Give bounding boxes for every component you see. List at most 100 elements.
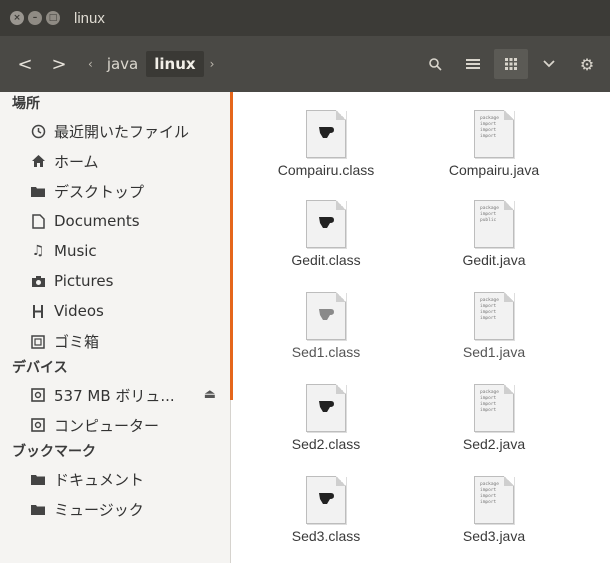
sidebar-item-label: ミュージック <box>54 500 144 519</box>
grid-view-icon <box>505 58 517 70</box>
sidebar-item-documents[interactable]: Documents <box>0 206 230 236</box>
sidebar-item-home[interactable]: ホーム <box>0 146 230 176</box>
sidebar-item-videos[interactable]: Videos <box>0 296 230 326</box>
document-icon <box>28 213 48 229</box>
search-icon <box>429 58 442 71</box>
maximize-window-button[interactable]: □ <box>46 11 60 25</box>
minimize-icon: – <box>32 13 38 23</box>
file-name: Sed2.class <box>291 436 361 452</box>
java-source-file-icon: package import import import <box>474 110 514 158</box>
close-window-button[interactable]: × <box>10 11 24 25</box>
forward-button[interactable]: > <box>42 49 76 79</box>
file-item[interactable]: package import import import Compairu.ja… <box>424 110 564 178</box>
breadcrumb-java[interactable]: java <box>99 51 146 77</box>
preview-line: import <box>480 500 497 505</box>
java-source-file-icon: package import import import <box>474 476 514 524</box>
toolbar-right-buttons: ⚙ <box>418 49 604 79</box>
sidebar-item-pictures[interactable]: Pictures <box>0 266 230 296</box>
eject-icon[interactable]: ⏏ <box>204 387 216 402</box>
list-view-button[interactable] <box>456 49 490 79</box>
sidebar-item-label: Documents <box>54 212 140 230</box>
search-button[interactable] <box>418 49 452 79</box>
file-name: Sed1.java <box>462 344 526 360</box>
file-name: Gedit.class <box>291 252 361 268</box>
file-preview: package import import import <box>480 116 508 140</box>
file-item[interactable]: package import import import Sed2.java <box>424 384 564 452</box>
java-source-file-icon: package import import import <box>474 292 514 340</box>
sidebar-item-desktop[interactable]: デスクトップ <box>0 176 230 206</box>
window-title: linux <box>74 9 105 27</box>
file-name: Sed1.class <box>291 344 361 360</box>
home-icon <box>28 154 48 168</box>
sidebar-item-trash[interactable]: ゴミ箱 <box>0 326 230 356</box>
sidebar-section-devices: デバイス <box>12 360 68 376</box>
file-name: Sed2.java <box>462 436 526 452</box>
back-button[interactable]: < <box>8 49 42 79</box>
chevron-down-icon <box>543 60 555 68</box>
file-item[interactable]: package import public Gedit.java <box>424 200 564 268</box>
file-item[interactable]: Sed3.class <box>256 476 396 544</box>
file-item[interactable]: package import import import Sed3.java <box>424 476 564 544</box>
settings-button[interactable]: ⚙ <box>570 49 604 79</box>
file-name: Sed3.java <box>462 528 526 544</box>
grid-view-button[interactable] <box>494 49 528 79</box>
sidebar-item-label: Videos <box>54 302 104 320</box>
folder-icon <box>28 473 48 486</box>
file-manager-window: × – □ linux < > ‹ java linux › ⚙ 場所 最近開い… <box>0 0 610 563</box>
file-item[interactable]: Compairu.class <box>256 110 396 178</box>
folder-icon <box>28 503 48 516</box>
java-source-file-icon: package import import import <box>474 384 514 432</box>
preview-line: import <box>480 316 497 321</box>
java-class-file-icon <box>306 384 346 432</box>
sidebar-section-places: 場所 <box>12 96 40 112</box>
camera-icon <box>28 275 48 288</box>
drive-icon <box>28 418 48 432</box>
sidebar-item-volume[interactable]: 537 MB ボリュ... ⏏ <box>0 380 230 410</box>
file-preview: package import public <box>480 206 508 224</box>
trash-icon <box>28 334 48 349</box>
minimize-window-button[interactable]: – <box>28 11 42 25</box>
clock-icon <box>28 124 48 139</box>
maximize-icon: □ <box>48 13 58 23</box>
preview-line: import <box>480 134 497 139</box>
file-name: Compairu.class <box>277 162 375 178</box>
file-item[interactable]: Sed1.class <box>256 292 396 360</box>
file-item[interactable]: Sed2.class <box>256 384 396 452</box>
sidebar-item-label: コンピューター <box>54 416 160 435</box>
file-item[interactable]: Gedit.class <box>256 200 396 268</box>
sidebar-item-computer[interactable]: コンピューター <box>0 410 230 440</box>
file-preview: package import import import <box>480 390 508 414</box>
sidebar-item-label: 537 MB ボリュ... <box>54 386 175 405</box>
java-class-file-icon <box>306 292 346 340</box>
file-item[interactable]: package import import import Sed1.java <box>424 292 564 360</box>
sidebar-item-recent[interactable]: 最近開いたファイル <box>0 116 230 146</box>
file-name: Gedit.java <box>462 252 526 268</box>
preview-line: import <box>480 408 497 413</box>
java-class-file-icon <box>306 476 346 524</box>
file-name: Sed3.class <box>291 528 361 544</box>
sidebar-item-music[interactable]: ♫ Music <box>0 236 230 266</box>
view-options-button[interactable] <box>532 49 566 79</box>
sidebar-item-label: ホーム <box>54 152 99 171</box>
file-grid: Compairu.class package import import imp… <box>234 92 610 563</box>
forward-icon: > <box>51 53 67 75</box>
breadcrumb-left-arrow-icon[interactable]: ‹ <box>82 57 99 71</box>
file-preview: package import import import <box>480 482 508 506</box>
list-view-icon <box>466 59 480 69</box>
sidebar-section-bookmarks: ブックマーク <box>12 444 96 460</box>
drive-icon <box>28 388 48 402</box>
breadcrumb-linux[interactable]: linux <box>146 51 204 77</box>
sidebar-item-documents-bookmark[interactable]: ドキュメント <box>0 464 230 494</box>
sidebar-item-label: ゴミ箱 <box>54 332 100 351</box>
sidebar: 場所 最近開いたファイル ホーム デスクトップ Documents ♫ Musi… <box>0 92 231 563</box>
sidebar-item-music-bookmark[interactable]: ミュージック <box>0 494 230 524</box>
java-class-file-icon <box>306 110 346 158</box>
back-icon: < <box>17 53 33 75</box>
gear-icon: ⚙ <box>579 54 595 74</box>
breadcrumb-right-arrow-icon[interactable]: › <box>204 57 221 71</box>
breadcrumb: ‹ java linux › <box>82 49 220 79</box>
sidebar-item-label: Music <box>54 242 97 260</box>
sidebar-item-label: 最近開いたファイル <box>54 122 190 141</box>
folder-icon <box>28 185 48 198</box>
close-icon: × <box>13 13 21 23</box>
